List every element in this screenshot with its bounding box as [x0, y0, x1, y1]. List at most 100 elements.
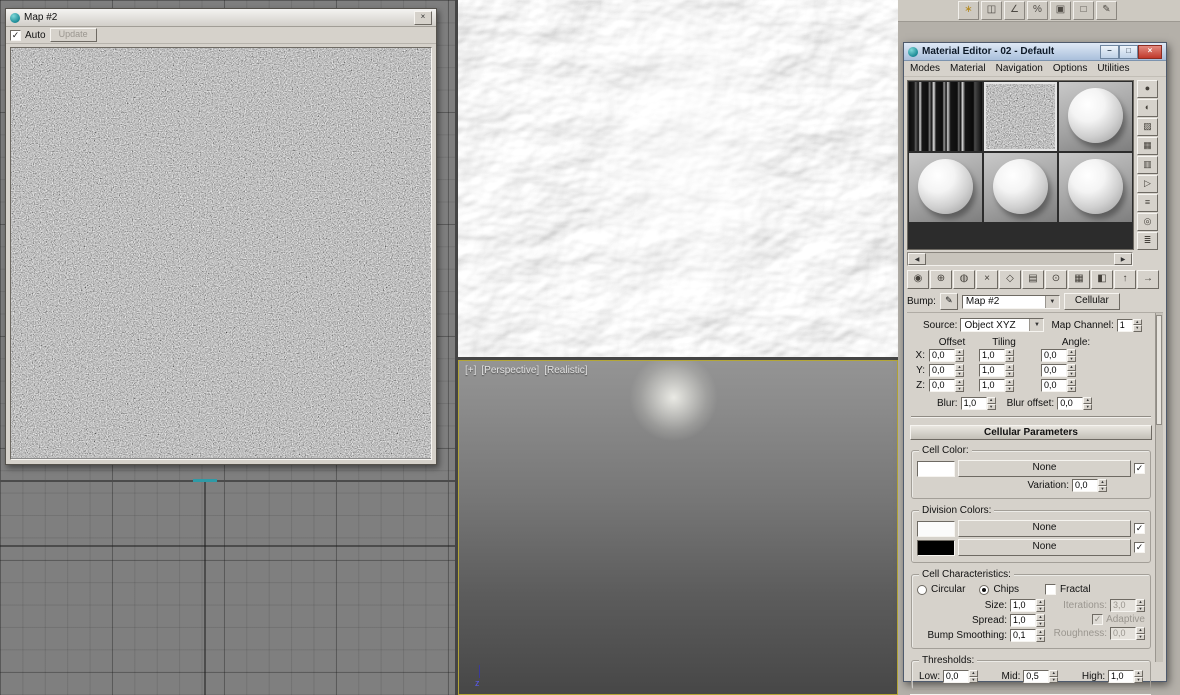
go-forward-to-sibling-icon[interactable]: → — [1137, 270, 1159, 289]
angle-y-spinner[interactable]: 0,0 — [1041, 364, 1076, 377]
division-color-1-swatch[interactable] — [917, 520, 955, 537]
maximize-button[interactable]: □ — [1119, 44, 1138, 59]
material-editor-titlebar[interactable]: Material Editor - 02 - Default – □ × — [904, 43, 1166, 61]
blur-spinner[interactable]: 1,0 — [960, 397, 996, 410]
background-icon[interactable]: ▨ — [1137, 118, 1158, 136]
make-material-copy-icon[interactable]: ◇ — [999, 270, 1021, 289]
go-to-parent-icon[interactable]: ↑ — [1114, 270, 1136, 289]
map-type-button[interactable]: Cellular — [1063, 293, 1120, 310]
pick-material-icon[interactable]: ✎ — [939, 293, 958, 310]
blur-offset-spinner[interactable]: 0,0 — [1057, 397, 1093, 410]
chevron-down-icon[interactable] — [1044, 295, 1059, 308]
named-selection-sets-icon[interactable]: □ — [1073, 1, 1094, 20]
sample-uv-tiling-icon[interactable]: ▦ — [1137, 137, 1158, 155]
division-color-2-checkbox[interactable]: ✓ — [1134, 542, 1145, 553]
show-map-in-viewport-icon[interactable]: ▦ — [1068, 270, 1090, 289]
sample-slot-4[interactable] — [909, 153, 982, 222]
mirror-tool-icon[interactable]: ∗ — [958, 1, 979, 20]
map-window-titlebar[interactable]: Map #2 × — [6, 9, 436, 27]
tiling-z-spinner[interactable]: 1,0 — [979, 379, 1014, 392]
spinner-snap-icon[interactable]: ▣ — [1050, 1, 1071, 20]
menu-material[interactable]: Material — [950, 63, 986, 74]
make-preview-icon[interactable]: ▷ — [1137, 175, 1158, 193]
chevron-down-icon[interactable] — [1029, 319, 1044, 331]
bump-smoothing-spinner[interactable]: 0,1 — [1010, 629, 1045, 642]
cell-color-swatch[interactable] — [917, 460, 955, 477]
cell-color-map-checkbox[interactable]: ✓ — [1134, 463, 1145, 474]
slot-scrollbar[interactable] — [907, 252, 1133, 266]
source-dropdown[interactable]: Object XYZ — [960, 318, 1045, 332]
sample-slot-3[interactable] — [1059, 82, 1132, 151]
angle-x-spinner[interactable]: 0,0 — [1041, 349, 1076, 362]
fractal-checkbox[interactable] — [1045, 584, 1057, 595]
viewport-menu-general[interactable]: [+] — [465, 365, 476, 376]
map-channel-spinner[interactable]: 1 — [1116, 318, 1142, 332]
angle-z-spinner[interactable]: 0,0 — [1041, 379, 1076, 392]
slot-scroll-left-icon[interactable] — [908, 253, 926, 265]
material-map-navigator-icon[interactable]: ≣ — [1137, 232, 1158, 250]
viewport-divider-horizontal — [0, 480, 455, 482]
cellular-parameters-rollout[interactable]: Cellular Parameters — [910, 425, 1152, 440]
map-name-dropdown[interactable]: Map #2 — [961, 294, 1060, 309]
options-icon[interactable]: ≡ — [1137, 194, 1158, 212]
offset-z-spinner[interactable]: 0,0 — [929, 379, 964, 392]
cell-color-map-button[interactable]: None — [958, 460, 1131, 477]
put-material-to-scene-icon[interactable]: ⊕ — [930, 270, 952, 289]
material-id-channel-icon[interactable]: ⊙ — [1045, 270, 1067, 289]
backlight-icon[interactable]: ◐ — [1137, 99, 1158, 117]
viewport-menu-pov[interactable]: [Perspective] — [481, 365, 539, 376]
angle-snap-icon[interactable]: ∠ — [1004, 1, 1025, 20]
main-toolbar: ∗ ◫ ∠ % ▣ □ ✎ — [898, 0, 1180, 22]
select-by-material-icon[interactable]: ◎ — [1137, 213, 1158, 231]
viewport-menu-shading[interactable]: [Realistic] — [544, 365, 587, 376]
map-window-title: Map #2 — [24, 12, 58, 23]
low-spinner[interactable]: 0,0 — [942, 670, 978, 683]
put-to-library-icon[interactable]: ▤ — [1022, 270, 1044, 289]
menu-utilities[interactable]: Utilities — [1097, 63, 1129, 74]
map-window-close-button[interactable]: × — [414, 10, 432, 25]
tiling-x-spinner[interactable]: 1,0 — [979, 349, 1014, 362]
circular-radio[interactable] — [917, 584, 927, 595]
chips-radio[interactable] — [979, 584, 990, 595]
high-spinner[interactable]: 1,0 — [1107, 670, 1143, 683]
variation-spinner[interactable]: 0,0 — [1072, 479, 1107, 492]
menu-modes[interactable]: Modes — [910, 63, 940, 74]
minimize-button[interactable]: – — [1100, 44, 1119, 59]
cell-characteristics-group: Cell Characteristics: Circular Chips Fra… — [911, 569, 1151, 649]
reset-map-icon[interactable]: × — [976, 270, 998, 289]
offset-x-spinner[interactable]: 0,0 — [929, 349, 964, 362]
menu-navigation[interactable]: Navigation — [996, 63, 1043, 74]
division-color-2-swatch[interactable] — [917, 539, 955, 556]
sample-slot-5[interactable] — [984, 153, 1057, 222]
viewport-texture-preview[interactable] — [458, 0, 898, 357]
snap-toggle-icon[interactable]: ◫ — [981, 1, 1002, 20]
scrollbar-thumb[interactable] — [1156, 315, 1162, 425]
tiling-y-spinner[interactable]: 1,0 — [979, 364, 1014, 377]
size-spinner[interactable]: 1,0 — [1010, 599, 1045, 612]
assign-material-icon[interactable]: ◍ — [953, 270, 975, 289]
sample-type-icon[interactable]: ● — [1137, 80, 1158, 98]
parameters-panel: Source: Object XYZ Map Channel: 1 Offset… — [907, 312, 1163, 695]
sample-slot-6[interactable] — [1059, 153, 1132, 222]
show-end-result-icon[interactable]: ◧ — [1091, 270, 1113, 289]
percent-snap-icon[interactable]: % — [1027, 1, 1048, 20]
slot-scroll-right-icon[interactable] — [1114, 253, 1132, 265]
spread-spinner[interactable]: 1,0 — [1010, 614, 1045, 627]
division-color-2-map-button[interactable]: None — [958, 539, 1131, 556]
parameters-scrollbar[interactable] — [1155, 313, 1163, 662]
close-button[interactable]: × — [1138, 44, 1162, 59]
sample-slot-2-active[interactable] — [984, 82, 1057, 151]
edit-tool-icon[interactable]: ✎ — [1096, 1, 1117, 20]
get-material-icon[interactable]: ◉ — [907, 270, 929, 289]
viewport-perspective[interactable]: [+] [Perspective] [Realistic] z — [458, 360, 898, 695]
bump-row: Bump: ✎ Map #2 Cellular — [907, 293, 1163, 310]
sample-slot-1[interactable] — [909, 82, 982, 151]
menu-options[interactable]: Options — [1053, 63, 1087, 74]
offset-y-spinner[interactable]: 0,0 — [929, 364, 964, 377]
update-button[interactable]: Update — [49, 28, 97, 42]
division-color-1-map-button[interactable]: None — [958, 520, 1131, 537]
auto-checkbox[interactable]: ✓ — [10, 29, 21, 41]
division-color-1-checkbox[interactable]: ✓ — [1134, 523, 1145, 534]
video-color-check-icon[interactable]: ▥ — [1137, 156, 1158, 174]
mid-spinner[interactable]: 0,5 — [1023, 670, 1059, 683]
